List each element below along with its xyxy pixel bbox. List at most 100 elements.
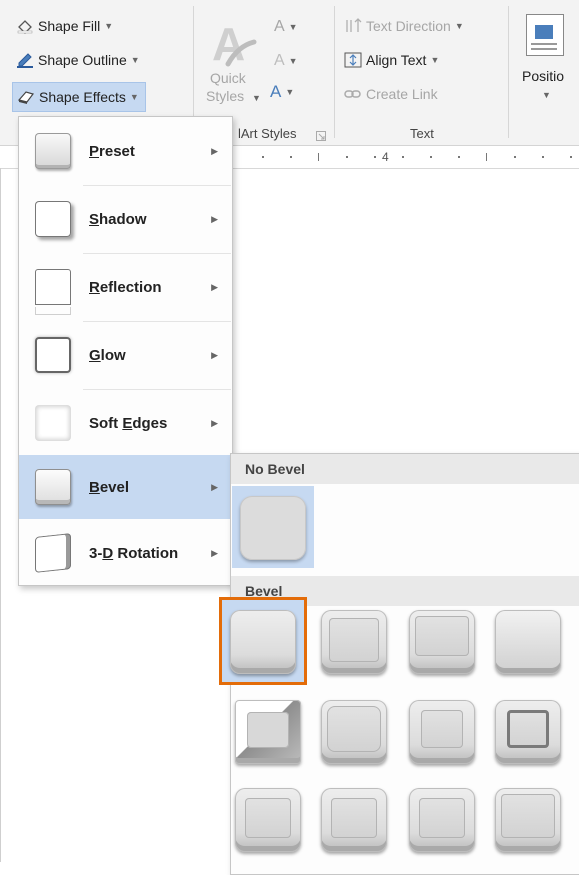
- menu-separator: [83, 253, 231, 254]
- menu-separator: [83, 185, 231, 186]
- bevel-label: evel: [99, 478, 130, 496]
- align-text-button[interactable]: Align Text ▼: [344, 52, 439, 68]
- bevel-swatch: [321, 788, 387, 852]
- bevel-swatch: [409, 700, 475, 764]
- bevel-swatch: [235, 700, 301, 764]
- preset-icon: [35, 133, 71, 169]
- bevel-icon: [35, 469, 71, 505]
- bevel-option-relaxed-inset[interactable]: [313, 600, 395, 682]
- group-separator: [334, 6, 335, 138]
- soft-edges-icon: [35, 405, 71, 441]
- 3d-rotation-icon: [35, 533, 71, 573]
- shape-effects-icon: [17, 89, 35, 105]
- dialog-launcher-icon[interactable]: [316, 128, 326, 141]
- menu-separator: [83, 389, 231, 390]
- text-fill-button[interactable]: A ▼: [274, 18, 298, 36]
- text-direction-button[interactable]: Text Direction ▼: [344, 18, 464, 34]
- soft-edges-label-accesskey: E: [122, 414, 133, 432]
- link-icon: [344, 86, 362, 102]
- bevel-option-cool-slant[interactable]: [487, 600, 569, 682]
- bevel-swatch: [230, 610, 296, 674]
- chevron-right-icon: ▶: [211, 281, 218, 292]
- soft-edges-label: dges: [132, 414, 168, 432]
- text-outline-icon: A: [274, 52, 285, 69]
- glow-label-accesskey: G: [89, 346, 101, 364]
- shape-effects-menu: Preset ▶ Shadow ▶ Reflection ▶ Glow ▶ So…: [18, 116, 233, 586]
- bevel-option-angle[interactable]: [227, 690, 309, 772]
- wordart-a-icon: A: [212, 18, 257, 70]
- menu-item-glow[interactable]: Glow ▶: [19, 323, 232, 387]
- menu-item-preset[interactable]: Preset ▶: [19, 119, 232, 183]
- glow-label: low: [100, 346, 126, 364]
- shape-outline-button[interactable]: Shape Outline ▼: [16, 52, 140, 68]
- menu-item-bevel[interactable]: Bevel ▶: [19, 455, 232, 519]
- shadow-label: hadow: [99, 210, 147, 228]
- text-fill-icon: A: [274, 18, 285, 35]
- shape-fill-button[interactable]: Shape Fill ▼: [16, 18, 113, 34]
- bevel-option-convex[interactable]: [401, 690, 483, 772]
- chevron-down-icon: ▼: [130, 55, 140, 65]
- bevel-option-circle[interactable]: [219, 597, 307, 685]
- glow-icon: [35, 337, 71, 373]
- quick-styles-button[interactable]: A Quick Styles ▼: [206, 12, 262, 112]
- text-effects-icon: A: [270, 82, 282, 101]
- chevron-right-icon: ▶: [211, 481, 218, 492]
- shadow-icon: [35, 201, 71, 237]
- chevron-down-icon: ▼: [288, 56, 298, 66]
- bevel-option-cross[interactable]: [401, 600, 483, 682]
- pencil-outline-icon: [16, 52, 34, 68]
- menu-item-3d-rotation[interactable]: 3-D Rotation ▶: [19, 521, 232, 585]
- create-link-button[interactable]: Create Link: [344, 86, 438, 102]
- text-outline-button[interactable]: A ▼: [274, 52, 298, 70]
- chevron-right-icon: ▶: [211, 547, 218, 558]
- text-group-label: Text: [410, 126, 434, 141]
- bevel-option-divot[interactable]: [227, 778, 309, 860]
- bevel-option-riblet[interactable]: [313, 778, 395, 860]
- quick-styles-label-1: Quick: [210, 70, 246, 86]
- bevel-swatch: [409, 610, 475, 674]
- bevel-option-slope[interactable]: [487, 690, 569, 772]
- menu-item-reflection[interactable]: Reflection ▶: [19, 255, 232, 319]
- no-bevel-swatch: [240, 496, 306, 560]
- chevron-right-icon: ▶: [211, 417, 218, 428]
- shadow-label-accesskey: S: [89, 210, 100, 228]
- align-text-label: Align Text: [366, 52, 427, 68]
- shape-effects-button[interactable]: Shape Effects ▼: [12, 82, 146, 112]
- reflection-label: eflection: [99, 278, 162, 296]
- create-link-label: Create Link: [366, 86, 438, 102]
- bevel-swatch: [409, 788, 475, 852]
- ruler-number: 4: [382, 150, 389, 164]
- paint-bucket-icon: [16, 18, 34, 34]
- position-label: Positio: [522, 68, 565, 84]
- chevron-down-icon: ▼: [129, 92, 139, 102]
- text-direction-label: Text Direction: [366, 18, 451, 34]
- text-direction-icon: [344, 18, 362, 34]
- no-bevel-option[interactable]: [232, 486, 314, 568]
- shape-outline-label: Shape Outline: [38, 52, 127, 68]
- position-button[interactable]: Positio ▼: [516, 10, 579, 120]
- bevel-option-soft-round[interactable]: [313, 690, 395, 772]
- chevron-down-icon: ▼: [288, 22, 298, 32]
- chevron-down-icon: ▼: [542, 90, 551, 100]
- text-effects-button[interactable]: A ▼: [270, 82, 294, 102]
- bevel-option-hard-edge[interactable]: [401, 778, 483, 860]
- quick-styles-label-2: Styles: [206, 88, 245, 104]
- menu-item-soft-edges[interactable]: Soft Edges ▶: [19, 391, 232, 455]
- bevel-swatch: [495, 788, 561, 852]
- shape-fill-label: Shape Fill: [38, 18, 101, 34]
- 3d-rotation-label-prefix: 3-: [89, 544, 103, 562]
- preset-label: reset: [99, 142, 135, 160]
- chevron-right-icon: ▶: [211, 145, 218, 156]
- chevron-down-icon: ▼: [454, 21, 464, 31]
- document-page-edge: [0, 168, 1, 862]
- menu-item-shadow[interactable]: Shadow ▶: [19, 187, 232, 251]
- bevel-option-art-deco[interactable]: [487, 778, 569, 860]
- bevel-swatch: [495, 700, 561, 764]
- bevel-label-accesskey: B: [89, 478, 100, 496]
- reflection-icon: [35, 269, 71, 315]
- bevel-swatch: [495, 610, 561, 674]
- chevron-down-icon: ▼: [285, 87, 295, 97]
- bevel-submenu: No Bevel Bevel: [219, 453, 579, 875]
- reflection-label-accesskey: R: [89, 278, 100, 296]
- position-icon: [526, 14, 564, 56]
